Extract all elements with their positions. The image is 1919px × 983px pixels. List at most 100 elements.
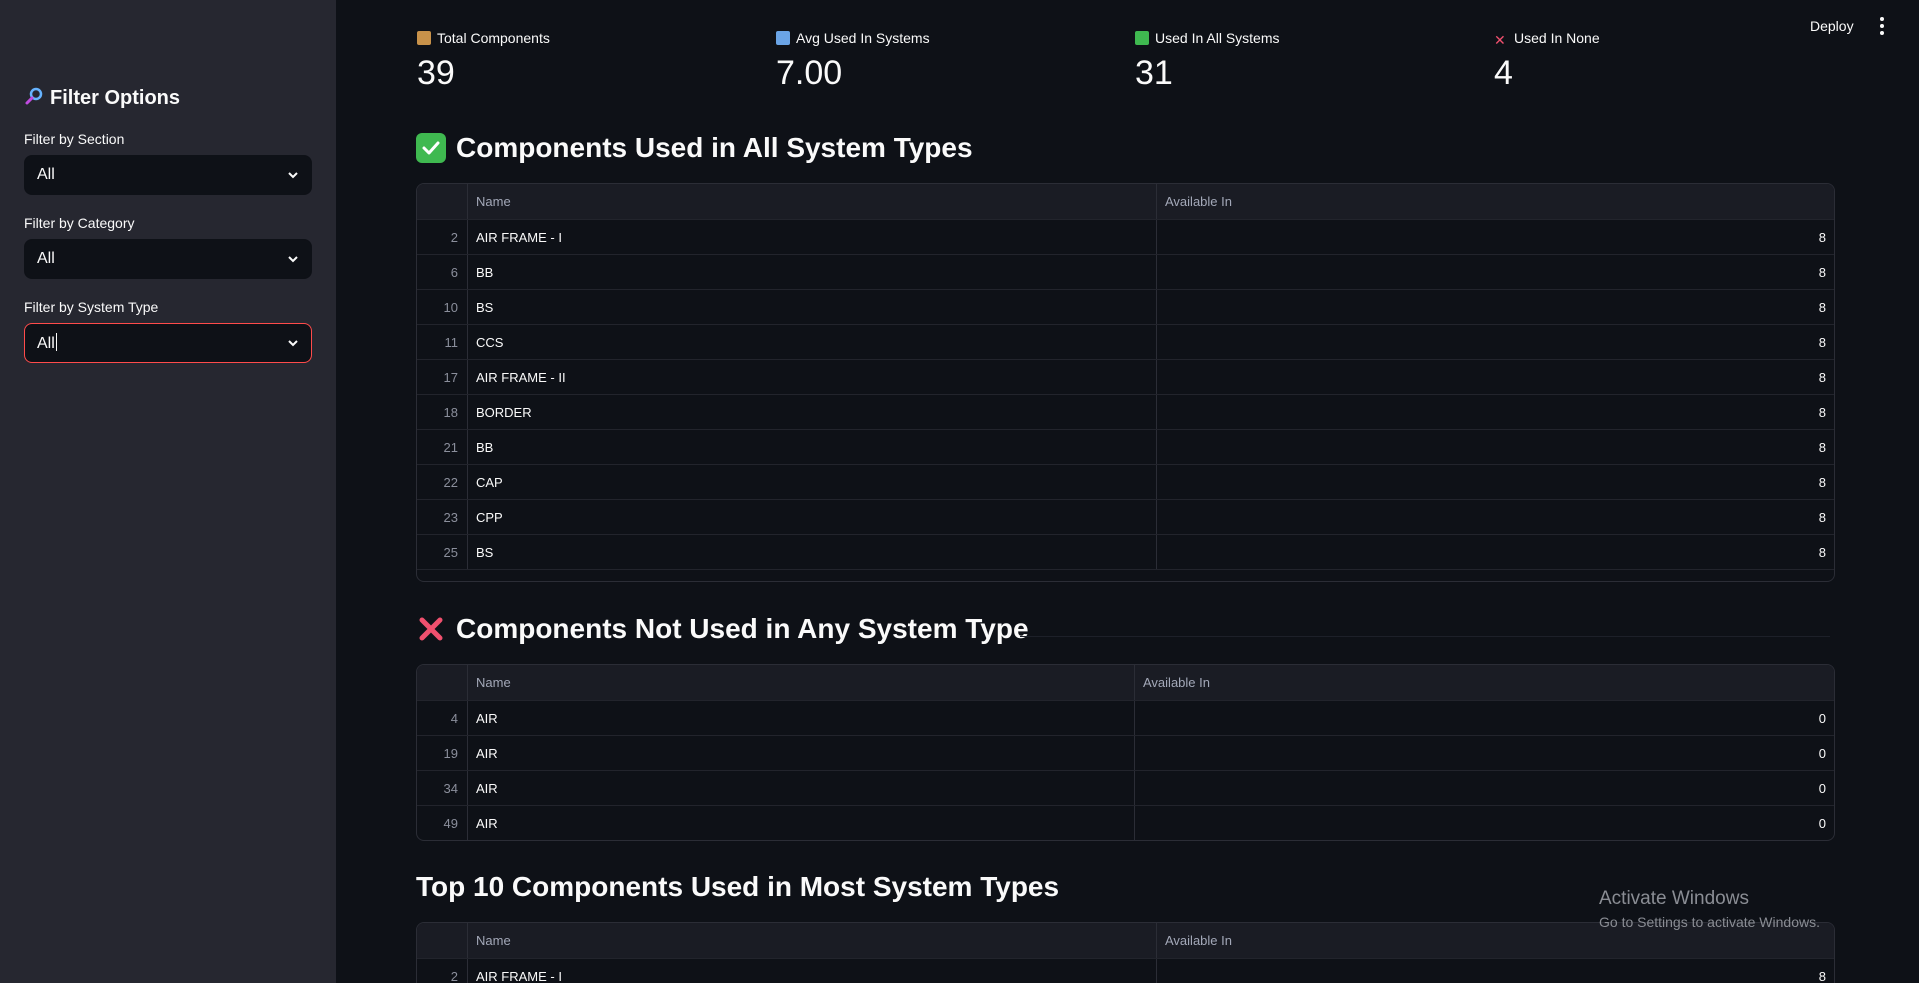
cell-available[interactable]: 8 [1157, 360, 1834, 394]
cell-available[interactable]: 8 [1157, 959, 1834, 983]
column-header-available[interactable]: Available In [1135, 665, 1834, 700]
main-menu-icon[interactable] [1874, 14, 1890, 38]
table-row[interactable]: 34 AIR 0 [417, 771, 1834, 806]
cell-available[interactable]: 8 [1157, 500, 1834, 534]
cell-name[interactable]: BB [468, 430, 1157, 464]
deploy-button[interactable]: Deploy [1804, 14, 1860, 38]
cell-available[interactable]: 8 [1157, 255, 1834, 289]
row-index: 18 [417, 395, 468, 429]
filter-system-type-value: All [37, 333, 57, 352]
row-index: 22 [417, 465, 468, 499]
cell-available[interactable]: 8 [1157, 395, 1834, 429]
table-row[interactable]: 2 AIR FRAME - I8 [417, 959, 1834, 983]
cell-available[interactable]: 8 [1157, 465, 1834, 499]
check-mark-icon [416, 133, 446, 163]
table-row[interactable]: 21 BB 8 [417, 430, 1834, 465]
cell-available[interactable]: 8 [1157, 535, 1834, 569]
cell-name[interactable]: AIR FRAME - I [468, 220, 1157, 254]
column-header-name[interactable]: Name [468, 923, 1157, 958]
divider [1020, 636, 1830, 637]
cell-name[interactable]: AIR [468, 806, 1135, 840]
cross-mark-icon [416, 614, 446, 644]
sidebar-title-text: Filter Options [50, 87, 180, 109]
cell-available[interactable]: 0 [1135, 771, 1834, 805]
section-heading-all: Components Used in All System Types [416, 132, 973, 164]
row-index: 10 [417, 290, 468, 324]
table-top-10[interactable]: Name Available In 2 AIR FRAME - I8 [416, 922, 1835, 983]
row-index: 21 [417, 430, 468, 464]
cell-name[interactable]: CAP [468, 465, 1157, 499]
chevron-down-icon [288, 340, 298, 347]
table-row[interactable]: 10 BS 8 [417, 290, 1834, 325]
section-heading-top: Top 10 Components Used in Most System Ty… [416, 871, 1060, 902]
row-index: 2 [417, 220, 468, 254]
column-header-name[interactable]: Name [468, 665, 1135, 700]
cell-available[interactable]: 0 [1135, 736, 1834, 770]
table-not-used[interactable]: Name Available In 4 AIR 0 19 AIR 0 34 AIR 0 49 AIR… [416, 664, 1835, 841]
bar-chart-icon [776, 31, 790, 45]
table-row[interactable]: 17 AIR FRAME - II 8 [417, 360, 1834, 395]
table-row[interactable]: 19 AIR 0 [417, 736, 1834, 771]
cell-available[interactable]: 0 [1135, 701, 1834, 735]
cell-available[interactable]: 8 [1157, 430, 1834, 464]
section-heading-none: Components Not Used in Any System Type [416, 613, 1029, 645]
cell-name[interactable]: AIR [468, 701, 1135, 735]
filter-section-select[interactable]: All [24, 155, 312, 195]
cell-name[interactable]: AIR [468, 736, 1135, 770]
app-root: Filter Options Filter by Section All Fil… [0, 0, 1919, 983]
metric-value: 31 [1135, 54, 1173, 92]
chevron-down-icon [288, 172, 298, 179]
row-index: 25 [417, 535, 468, 569]
table-row[interactable]: 23 CPP 8 [417, 500, 1834, 535]
table-header-row: Name Available In [417, 184, 1834, 220]
cross-icon: ✕ [1494, 32, 1506, 48]
chevron-down-icon [288, 256, 298, 263]
table-row[interactable]: 18 BORDER 8 [417, 395, 1834, 430]
cell-available[interactable]: 0 [1135, 806, 1834, 840]
table-row[interactable]: 25 BS 8 [417, 535, 1834, 570]
table-header-row: Name Available In [417, 665, 1834, 701]
cell-name[interactable]: BB [468, 255, 1157, 289]
cell-name[interactable]: AIR FRAME - I [468, 959, 1157, 983]
cell-name[interactable]: BORDER [468, 395, 1157, 429]
cell-available[interactable]: 8 [1157, 325, 1834, 359]
cell-name[interactable]: CPP [468, 500, 1157, 534]
cell-available[interactable]: 8 [1157, 290, 1834, 324]
column-header-available[interactable]: Available In [1157, 184, 1834, 219]
table-row[interactable]: 49 AIR 0 [417, 806, 1834, 840]
metric-total-components: Total Components 39 [417, 30, 550, 92]
row-index: 49 [417, 806, 468, 840]
row-index: 2 [417, 959, 468, 983]
metric-value: 39 [417, 54, 455, 92]
table-row[interactable]: 2 AIR FRAME - I8 [417, 220, 1834, 255]
filter-system-type-select[interactable]: All [24, 323, 312, 363]
cell-available[interactable]: 8 [1157, 220, 1834, 254]
table-row[interactable]: 4 AIR 0 [417, 701, 1834, 736]
metric-avg-used: Avg Used In Systems 7.00 [776, 30, 930, 92]
row-index: 19 [417, 736, 468, 770]
cell-name[interactable]: AIR FRAME - II [468, 360, 1157, 394]
column-header-name[interactable]: Name [468, 184, 1157, 219]
row-index: 11 [417, 325, 468, 359]
table-row[interactable]: 11 CCS 8 [417, 325, 1834, 360]
filter-section-value: All [37, 166, 55, 183]
cell-name[interactable]: CCS [468, 325, 1157, 359]
row-index: 4 [417, 701, 468, 735]
filter-category-select[interactable]: All [24, 239, 312, 279]
cell-name[interactable]: BS [468, 290, 1157, 324]
sidebar: Filter Options Filter by Section All Fil… [0, 0, 336, 983]
table-used-in-all[interactable]: Name Available In 2 AIR FRAME - I 8 6 BB 8 10 B… [416, 183, 1835, 582]
cell-name[interactable]: BS [468, 535, 1157, 569]
metric-value: 7.00 [776, 54, 843, 92]
filter-section-label: Filter by Section [24, 131, 125, 147]
cell-name[interactable]: AIR [468, 771, 1135, 805]
row-index: 17 [417, 360, 468, 394]
metric-used-in-all: Used In All Systems 31 [1135, 30, 1280, 92]
metric-used-in-none: ✕ Used In None 4 [1494, 30, 1600, 92]
table-row[interactable]: 6 BB 8 [417, 255, 1834, 290]
check-icon [1135, 31, 1149, 45]
filter-category-label: Filter by Category [24, 215, 135, 231]
row-index: 34 [417, 771, 468, 805]
windows-activation-watermark: Activate Windows Go to Settings to activ… [1599, 888, 1820, 930]
table-row[interactable]: 22 CAP 8 [417, 465, 1834, 500]
